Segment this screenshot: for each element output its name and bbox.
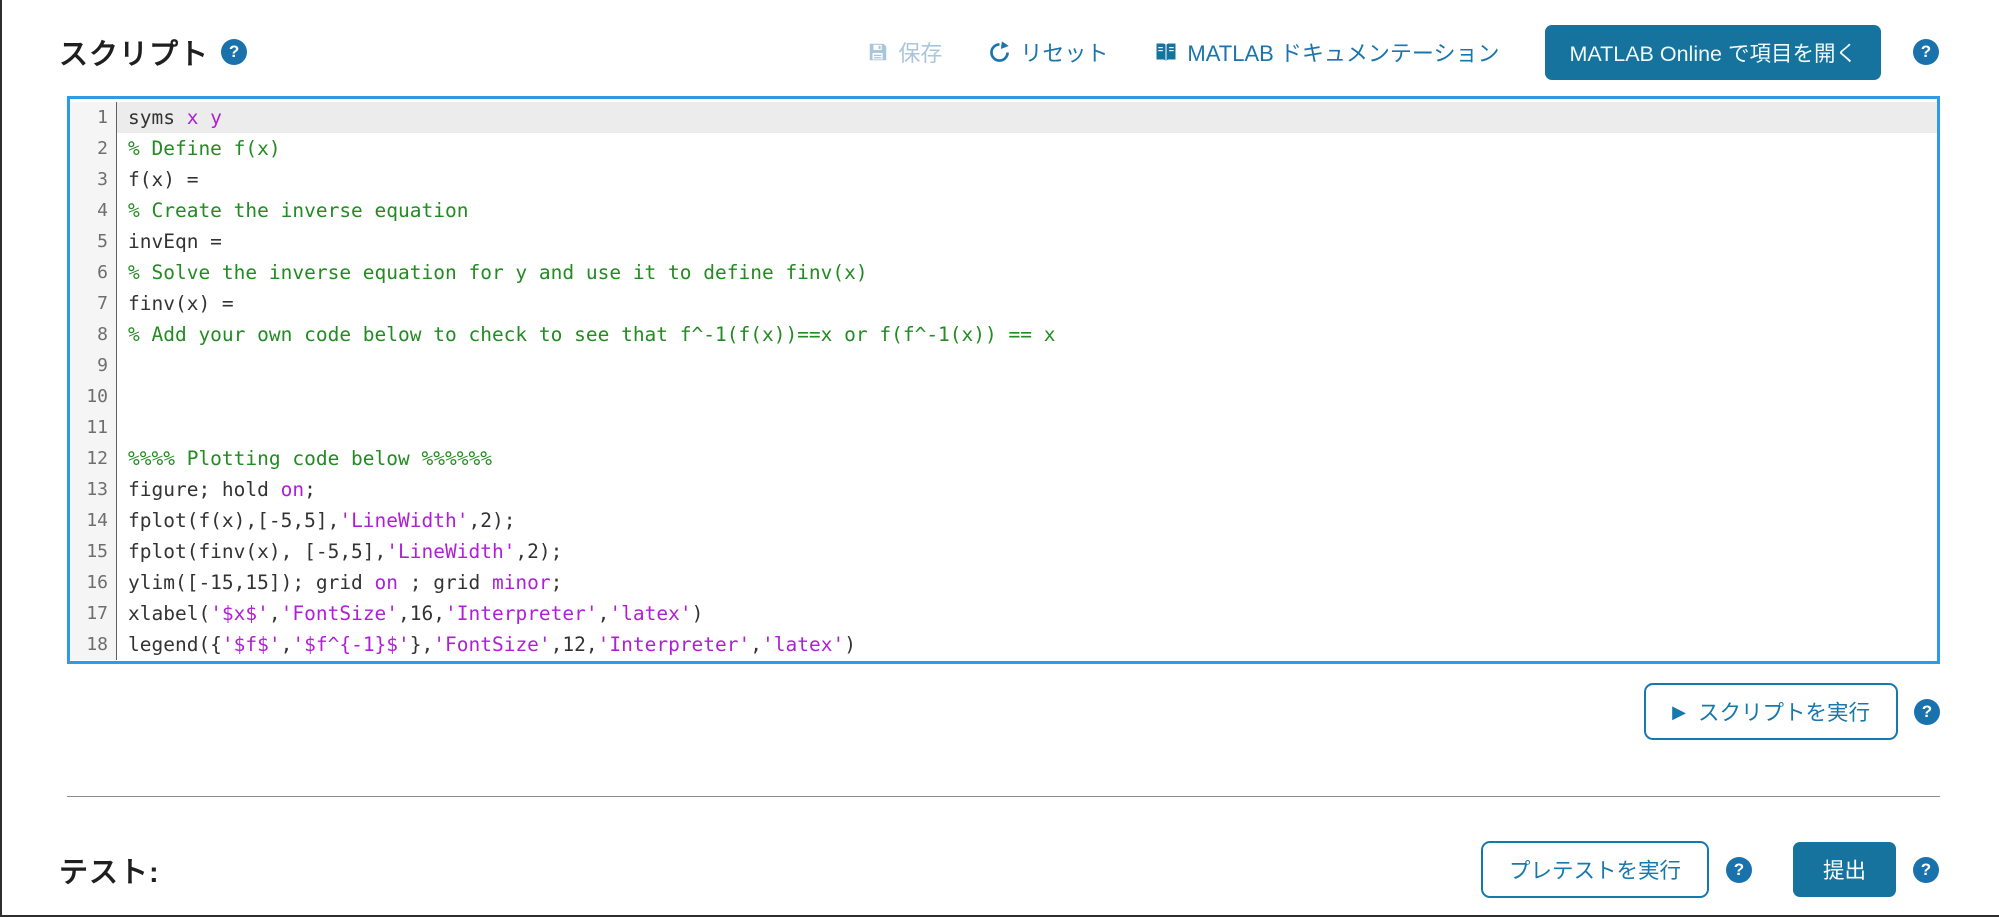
line-number: 8 bbox=[70, 319, 117, 350]
toolbar: 保存 リセット MATLAB bbox=[867, 25, 1939, 80]
pretest-help-icon[interactable]: ? bbox=[1726, 857, 1752, 883]
line-number: 5 bbox=[70, 226, 117, 257]
header: スクリプト ? 保存 bbox=[2, 0, 1999, 96]
code-text: %%%% Plotting code below %%%%%% bbox=[117, 443, 1937, 474]
code-line[interactable]: 2% Define f(x) bbox=[70, 133, 1937, 164]
code-line[interactable]: 9 bbox=[70, 350, 1937, 381]
play-icon: ▶ bbox=[1672, 703, 1686, 721]
run-pretest-button[interactable]: プレテストを実行 bbox=[1481, 841, 1709, 898]
line-number: 13 bbox=[70, 474, 117, 505]
run-script-help-icon[interactable]: ? bbox=[1914, 699, 1940, 725]
line-number: 4 bbox=[70, 195, 117, 226]
run-script-button[interactable]: ▶ スクリプトを実行 bbox=[1644, 683, 1898, 740]
line-number: 1 bbox=[70, 102, 117, 133]
code-line[interactable]: 11 bbox=[70, 412, 1937, 443]
code-line[interactable]: 12%%%% Plotting code below %%%%%% bbox=[70, 443, 1937, 474]
code-line[interactable]: 7finv(x) = bbox=[70, 288, 1937, 319]
run-row: ▶ スクリプトを実行 ? bbox=[67, 683, 1940, 740]
code-text: xlabel('$x$','FontSize',16,'Interpreter'… bbox=[117, 598, 1937, 629]
submit-button[interactable]: 提出 bbox=[1793, 842, 1896, 897]
code-text: % Create the inverse equation bbox=[117, 195, 1937, 226]
code-line[interactable]: 18legend({'$f$','$f^{-1}$'},'FontSize',1… bbox=[70, 629, 1937, 660]
code-line[interactable]: 3f(x) = bbox=[70, 164, 1937, 195]
line-number: 14 bbox=[70, 505, 117, 536]
save-label: 保存 bbox=[898, 36, 942, 68]
code-lines: 1syms x y2% Define f(x)3f(x) =4% Create … bbox=[70, 99, 1937, 660]
code-line[interactable]: 16ylim([-15,15]); grid on ; grid minor; bbox=[70, 567, 1937, 598]
line-number: 10 bbox=[70, 381, 117, 412]
reset-label: リセット bbox=[1020, 36, 1108, 68]
open-matlab-online-button[interactable]: MATLAB Online で項目を開く bbox=[1545, 25, 1881, 80]
save-icon bbox=[867, 41, 889, 63]
code-text bbox=[117, 350, 1937, 381]
code-text: % Add your own code below to check to se… bbox=[117, 319, 1937, 350]
save-button[interactable]: 保存 bbox=[867, 36, 942, 68]
code-editor[interactable]: 1syms x y2% Define f(x)3f(x) =4% Create … bbox=[67, 96, 1940, 664]
tests-section: テスト: プレテストを実行 ? 提出 ? bbox=[59, 841, 1939, 898]
code-text bbox=[117, 381, 1937, 412]
open-online-help-icon[interactable]: ? bbox=[1913, 39, 1939, 65]
book-icon bbox=[1154, 40, 1178, 64]
code-line[interactable]: 1syms x y bbox=[70, 102, 1937, 133]
code-line[interactable]: 15fplot(finv(x), [-5,5],'LineWidth',2); bbox=[70, 536, 1937, 567]
code-line[interactable]: 4% Create the inverse equation bbox=[70, 195, 1937, 226]
line-number: 9 bbox=[70, 350, 117, 381]
script-help-icon[interactable]: ? bbox=[221, 39, 247, 65]
line-number: 7 bbox=[70, 288, 117, 319]
reset-icon bbox=[988, 41, 1011, 64]
matlab-docs-link[interactable]: MATLAB ドキュメンテーション bbox=[1154, 36, 1499, 68]
page-title: スクリプト bbox=[59, 31, 209, 73]
code-text: fplot(f(x),[-5,5],'LineWidth',2); bbox=[117, 505, 1937, 536]
tests-heading: テスト: bbox=[59, 849, 160, 891]
code-text: finv(x) = bbox=[117, 288, 1937, 319]
code-line[interactable]: 13figure; hold on; bbox=[70, 474, 1937, 505]
line-number: 16 bbox=[70, 567, 117, 598]
code-text: legend({'$f$','$f^{-1}$'},'FontSize',12,… bbox=[117, 629, 1937, 660]
code-text bbox=[117, 412, 1937, 443]
code-text: figure; hold on; bbox=[117, 474, 1937, 505]
code-line[interactable]: 6% Solve the inverse equation for y and … bbox=[70, 257, 1937, 288]
line-number: 3 bbox=[70, 164, 117, 195]
code-line[interactable]: 5invEqn = bbox=[70, 226, 1937, 257]
matlab-docs-label: MATLAB ドキュメンテーション bbox=[1187, 36, 1499, 68]
run-script-label: スクリプトを実行 bbox=[1698, 696, 1870, 727]
code-text: fplot(finv(x), [-5,5],'LineWidth',2); bbox=[117, 536, 1937, 567]
line-number: 11 bbox=[70, 412, 117, 443]
code-line[interactable]: 10 bbox=[70, 381, 1937, 412]
line-number: 18 bbox=[70, 629, 117, 660]
code-text: % Solve the inverse equation for y and u… bbox=[117, 257, 1937, 288]
submit-help-icon[interactable]: ? bbox=[1913, 857, 1939, 883]
code-text: syms x y bbox=[117, 102, 1937, 133]
code-text: % Define f(x) bbox=[117, 133, 1937, 164]
line-number: 6 bbox=[70, 257, 117, 288]
code-line[interactable]: 8% Add your own code below to check to s… bbox=[70, 319, 1937, 350]
code-line[interactable]: 17xlabel('$x$','FontSize',16,'Interprete… bbox=[70, 598, 1937, 629]
line-number: 2 bbox=[70, 133, 117, 164]
line-number: 12 bbox=[70, 443, 117, 474]
line-number: 15 bbox=[70, 536, 117, 567]
section-divider bbox=[67, 796, 1940, 797]
code-text: invEqn = bbox=[117, 226, 1937, 257]
code-line[interactable]: 14fplot(f(x),[-5,5],'LineWidth',2); bbox=[70, 505, 1937, 536]
code-text: ylim([-15,15]); grid on ; grid minor; bbox=[117, 567, 1937, 598]
line-number: 17 bbox=[70, 598, 117, 629]
reset-button[interactable]: リセット bbox=[988, 36, 1108, 68]
code-text: f(x) = bbox=[117, 164, 1937, 195]
